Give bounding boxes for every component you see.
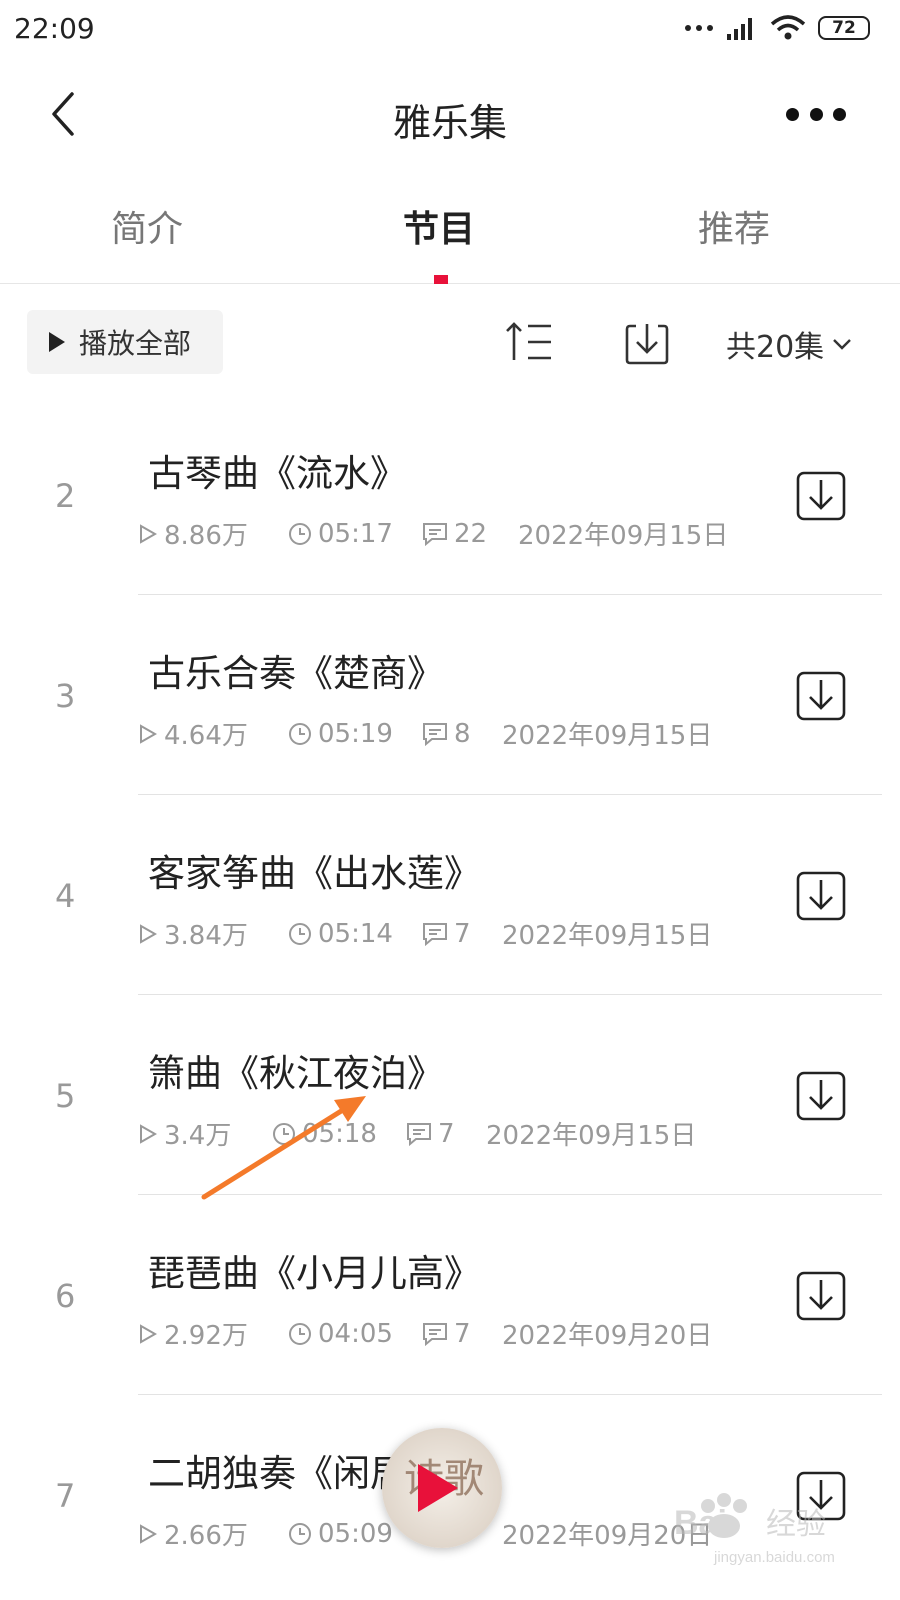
episode-title: 客家筝曲《出水莲》 xyxy=(148,852,481,895)
episode-count-dropdown[interactable]: 共20集 xyxy=(726,322,852,366)
more-dots-icon[interactable] xyxy=(786,94,846,134)
play-count: 3.4万 xyxy=(164,1121,232,1151)
clock-icon xyxy=(289,922,311,945)
wifi-icon xyxy=(770,15,806,40)
download-icon[interactable] xyxy=(796,1071,846,1121)
tab-recommend[interactable]: 推荐 xyxy=(698,200,770,252)
status-icons: 72 xyxy=(684,14,870,42)
dots-icon xyxy=(685,25,713,31)
play-all-label: 播放全部 xyxy=(79,327,192,360)
play-count: 3.84万 xyxy=(164,921,248,951)
clock-icon xyxy=(273,1122,295,1145)
comment-count: 7 xyxy=(454,1318,471,1349)
duration: 04:05 xyxy=(318,1318,393,1349)
mini-player-button[interactable]: 诗歌 xyxy=(382,1428,502,1548)
download-icon[interactable] xyxy=(796,671,846,721)
episode-row[interactable]: 3 古乐合奏《楚商》 4.64万 05:19 8 2022年09月15日 xyxy=(0,595,900,795)
status-bar: 22:09 72 xyxy=(0,0,900,64)
comment-count: 8 xyxy=(454,718,471,749)
comment-count: 22 xyxy=(454,518,488,549)
sort-icon[interactable] xyxy=(504,320,554,364)
play-count: 8.86万 xyxy=(164,521,248,551)
duration: 05:19 xyxy=(318,718,393,749)
episode-number: 6 xyxy=(55,1277,76,1315)
chevron-left-icon[interactable] xyxy=(44,90,84,138)
comment-icon xyxy=(423,522,447,546)
episode-meta: 3.4万 05:18 7 2022年09月15日 xyxy=(138,1115,696,1152)
duration: 05:09 xyxy=(318,1518,393,1549)
play-count-icon xyxy=(140,1523,158,1544)
page-title: 雅乐集 xyxy=(392,101,507,145)
play-count: 2.66万 xyxy=(164,1521,248,1551)
play-count-icon xyxy=(140,1123,158,1144)
publish-date: 2022年09月15日 xyxy=(486,1121,697,1151)
play-icon xyxy=(49,332,65,352)
clock-icon xyxy=(289,1322,311,1345)
duration: 05:14 xyxy=(318,918,393,949)
tab-intro[interactable]: 简介 xyxy=(111,200,183,252)
clock-icon xyxy=(289,522,311,545)
episode-row[interactable]: 2 古琴曲《流水》 8.86万 05:17 22 2022年09月15日 xyxy=(0,395,900,595)
episode-row[interactable]: 4 客家筝曲《出水莲》 3.84万 05:14 7 2022年09月15日 xyxy=(0,795,900,995)
play-count-icon xyxy=(140,923,158,944)
chevron-down-icon xyxy=(833,339,852,350)
tab-bar: 简介 节目 推荐 xyxy=(0,180,900,284)
nav-bar: 雅乐集 xyxy=(0,64,900,164)
publish-date: 2022年09月20日 xyxy=(502,1521,713,1551)
episode-number: 2 xyxy=(55,477,76,515)
comment-icon xyxy=(423,1322,447,1346)
download-icon[interactable] xyxy=(624,320,670,366)
tab-active-indicator xyxy=(434,275,448,284)
list-toolbar: 播放全部 共20集 xyxy=(0,308,900,374)
clock-icon xyxy=(289,1522,311,1545)
duration: 05:17 xyxy=(318,518,393,549)
episode-meta: 3.84万 05:14 7 2022年09月15日 xyxy=(138,915,712,952)
publish-date: 2022年09月15日 xyxy=(502,721,713,751)
download-icon[interactable] xyxy=(796,871,846,921)
play-icon xyxy=(418,1464,458,1512)
publish-date: 2022年09月20日 xyxy=(502,1321,713,1351)
episode-number: 7 xyxy=(55,1477,76,1515)
episode-meta: 2.92万 04:05 7 2022年09月20日 xyxy=(138,1315,712,1352)
play-count-icon xyxy=(140,523,158,544)
battery-icon: 72 xyxy=(818,16,870,40)
play-all-button[interactable]: 播放全部 xyxy=(27,310,223,374)
comment-count: 7 xyxy=(454,918,471,949)
episode-meta: 8.86万 05:17 22 2022年09月15日 xyxy=(138,515,728,552)
signal-icon xyxy=(727,18,752,40)
episode-meta: 4.64万 05:19 8 2022年09月15日 xyxy=(138,715,712,752)
play-count-icon xyxy=(140,1323,158,1344)
episode-row[interactable]: 6 琵琶曲《小月儿高》 2.92万 04:05 7 2022年09月20日 xyxy=(0,1195,900,1395)
episode-count-label: 共20集 xyxy=(726,330,825,365)
episode-title: 古琴曲《流水》 xyxy=(148,452,407,495)
tab-programs[interactable]: 节目 xyxy=(403,200,475,252)
status-time: 22:09 xyxy=(14,12,95,45)
download-icon[interactable] xyxy=(796,1271,846,1321)
episode-title: 箫曲《秋江夜泊》 xyxy=(148,1052,444,1095)
clock-icon xyxy=(289,722,311,745)
download-icon[interactable] xyxy=(796,471,846,521)
comment-icon xyxy=(423,722,447,746)
episode-title: 古乐合奏《楚商》 xyxy=(148,652,444,695)
play-count: 4.64万 xyxy=(164,721,248,751)
episode-row[interactable]: 5 箫曲《秋江夜泊》 3.4万 05:18 7 2022年09月15日 xyxy=(0,995,900,1195)
episode-number: 4 xyxy=(55,877,76,915)
comment-count: 7 xyxy=(438,1118,455,1149)
comment-icon xyxy=(423,922,447,946)
publish-date: 2022年09月15日 xyxy=(502,921,713,951)
download-icon[interactable] xyxy=(796,1471,846,1521)
episode-title: 琵琶曲《小月儿高》 xyxy=(148,1252,481,1295)
comment-icon xyxy=(407,1122,431,1146)
episode-number: 5 xyxy=(55,1077,76,1115)
duration: 05:18 xyxy=(302,1118,377,1149)
episode-number: 3 xyxy=(55,677,76,715)
publish-date: 2022年09月15日 xyxy=(518,521,729,551)
play-count: 2.92万 xyxy=(164,1321,248,1351)
play-count-icon xyxy=(140,723,158,744)
